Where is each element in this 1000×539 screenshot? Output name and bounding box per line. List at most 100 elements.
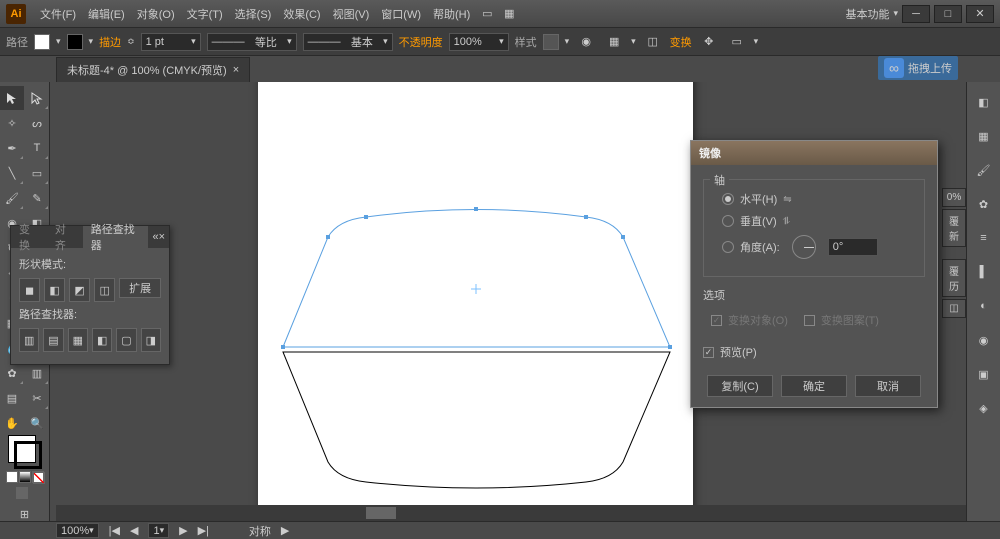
mirrored-path[interactable] xyxy=(283,352,670,488)
cb-preview[interactable]: ✓ xyxy=(703,347,714,358)
gradient-mode-btn[interactable] xyxy=(19,471,31,483)
stroke-color[interactable] xyxy=(14,441,42,469)
horizontal-scrollbar[interactable] xyxy=(56,505,966,521)
menu-view[interactable]: 视图(V) xyxy=(327,0,376,28)
type-tool[interactable]: T xyxy=(25,136,49,160)
menu-type[interactable]: 文字(T) xyxy=(181,0,229,28)
axis-angle-option[interactable]: 角度(A): xyxy=(722,232,914,262)
expand-btn[interactable]: 扩展 xyxy=(119,278,161,298)
minus-back-btn[interactable]: ◨ xyxy=(141,328,161,352)
angle-input[interactable] xyxy=(828,238,878,256)
cancel-button[interactable]: 取消 xyxy=(855,375,921,397)
opacity-label[interactable]: 不透明度 xyxy=(399,34,443,50)
stroke-weight-input[interactable]: 1 pt▾ xyxy=(141,33,201,51)
tab-align[interactable]: 对齐 xyxy=(47,226,83,248)
magic-wand-tool[interactable]: ✧ xyxy=(0,111,24,135)
tab-transform[interactable]: 变换 xyxy=(11,226,47,248)
scroll-thumb[interactable] xyxy=(366,507,396,519)
stroke-panel-icon[interactable]: ≡ xyxy=(972,226,996,250)
stroke-label[interactable]: 描边 xyxy=(99,34,121,50)
zoom-select[interactable]: 100% ▾ xyxy=(56,523,99,538)
transparency-panel-icon[interactable]: ◐ xyxy=(972,294,996,318)
document-tab[interactable]: 未标题-4* @ 100% (CMYK/预览) × xyxy=(56,57,250,82)
paintbrush-tool[interactable]: 🖌 xyxy=(0,186,24,210)
close-tab-icon[interactable]: × xyxy=(233,64,239,76)
stroke-chevron-icon[interactable]: ▾ xyxy=(89,36,94,47)
menu-icon-2[interactable]: ▦ xyxy=(498,3,520,25)
minus-front-btn[interactable]: ◧ xyxy=(44,278,65,302)
cloud-upload-button[interactable]: ∞ 拖拽上传 xyxy=(878,56,958,80)
nav-last-icon[interactable]: ▶| xyxy=(198,524,209,537)
shape-icon[interactable]: ◫ xyxy=(642,31,664,53)
gradient-panel-icon[interactable]: ▌ xyxy=(972,260,996,284)
line-tool[interactable]: ╲ xyxy=(0,161,24,185)
menu-help[interactable]: 帮助(H) xyxy=(427,0,476,28)
stroke-profile-select[interactable]: ———等比▾ xyxy=(207,33,297,51)
exclude-btn[interactable]: ◫ xyxy=(94,278,115,302)
selection-tool[interactable] xyxy=(0,86,24,110)
angle-dial[interactable] xyxy=(792,235,816,259)
radio-horizontal[interactable] xyxy=(722,193,734,205)
transform-icon2[interactable]: ▭ xyxy=(726,31,748,53)
transform-label[interactable]: 变换 xyxy=(670,34,692,50)
none-mode-btn[interactable] xyxy=(32,471,44,483)
pencil-tool[interactable]: ✎ xyxy=(25,186,49,210)
merge-btn[interactable]: ▦ xyxy=(68,328,88,352)
style-chevron-icon[interactable]: ▾ xyxy=(565,36,570,47)
nav-next-icon[interactable]: ▶ xyxy=(179,524,187,537)
graphic-styles-panel-icon[interactable]: ▣ xyxy=(972,362,996,386)
appearance-panel-icon[interactable]: ◉ xyxy=(972,328,996,352)
side-icon-1[interactable]: ◫ xyxy=(942,299,966,318)
color-mode-btn[interactable] xyxy=(6,471,18,483)
rectangle-tool[interactable]: ▭ xyxy=(25,161,49,185)
stroke-swatch[interactable] xyxy=(67,34,83,50)
side-label-1[interactable]: 覆新 xyxy=(942,209,966,247)
swatches-panel-icon[interactable]: ▦ xyxy=(972,124,996,148)
side-opacity[interactable]: 0% xyxy=(942,188,966,207)
hand-tool[interactable]: ✋ xyxy=(0,411,24,435)
zoom-tool[interactable]: 🔍 xyxy=(25,411,49,435)
panel-close-icon[interactable]: «× xyxy=(148,231,169,243)
workspace-switcher[interactable]: 基本功能 xyxy=(845,6,889,22)
menu-effect[interactable]: 效果(C) xyxy=(277,0,326,28)
menu-icon-1[interactable]: ▭ xyxy=(476,3,498,25)
lasso-tool[interactable]: ᔕ xyxy=(25,111,49,135)
graphic-style-swatch[interactable] xyxy=(543,34,559,50)
slice-tool[interactable]: ✂ xyxy=(25,386,49,410)
direct-selection-tool[interactable] xyxy=(25,86,49,110)
menu-file[interactable]: 文件(F) xyxy=(34,0,82,28)
fill-swatch[interactable] xyxy=(34,34,50,50)
window-close[interactable]: ✕ xyxy=(966,5,994,23)
layers-panel-icon[interactable]: ◈ xyxy=(972,396,996,420)
color-panel-icon[interactable]: ◧ xyxy=(972,90,996,114)
unite-btn[interactable]: ◼ xyxy=(19,278,40,302)
menu-object[interactable]: 对象(O) xyxy=(131,0,181,28)
tab-pathfinder[interactable]: 路径查找器 xyxy=(83,226,149,248)
radio-angle[interactable] xyxy=(722,241,734,253)
artboard-tool[interactable]: ▤ xyxy=(0,386,24,410)
intersect-btn[interactable]: ◩ xyxy=(69,278,90,302)
side-label-2[interactable]: 覆历 xyxy=(942,259,966,297)
brushes-panel-icon[interactable]: 🖌 xyxy=(972,158,996,182)
menu-select[interactable]: 选择(S) xyxy=(229,0,278,28)
screen-mode-btn[interactable] xyxy=(16,487,28,499)
artboard-nav-input[interactable]: 1 ▾ xyxy=(148,523,169,538)
axis-horizontal-option[interactable]: 水平(H) ⇋ xyxy=(722,188,914,210)
window-minimize[interactable]: ─ xyxy=(902,5,930,23)
divide-btn[interactable]: ▥ xyxy=(19,328,39,352)
trim-btn[interactable]: ▤ xyxy=(43,328,63,352)
stroke-weight-down-icon[interactable]: ≎ xyxy=(127,36,135,47)
window-maximize[interactable]: □ xyxy=(934,5,962,23)
radio-vertical[interactable] xyxy=(722,215,734,227)
recolor-icon[interactable]: ◉ xyxy=(575,31,597,53)
status-more-icon[interactable]: ▶ xyxy=(281,524,289,537)
menu-edit[interactable]: 编辑(E) xyxy=(82,0,131,28)
copy-button[interactable]: 复制(C) xyxy=(707,375,773,397)
transform-icon1[interactable]: ✥ xyxy=(698,31,720,53)
selected-path[interactable] xyxy=(283,210,670,348)
ok-button[interactable]: 确定 xyxy=(781,375,847,397)
fill-chevron-icon[interactable]: ▾ xyxy=(56,36,61,47)
symbols-panel-icon[interactable]: ✿ xyxy=(972,192,996,216)
menu-window[interactable]: 窗口(W) xyxy=(375,0,427,28)
crop-btn[interactable]: ◧ xyxy=(92,328,112,352)
